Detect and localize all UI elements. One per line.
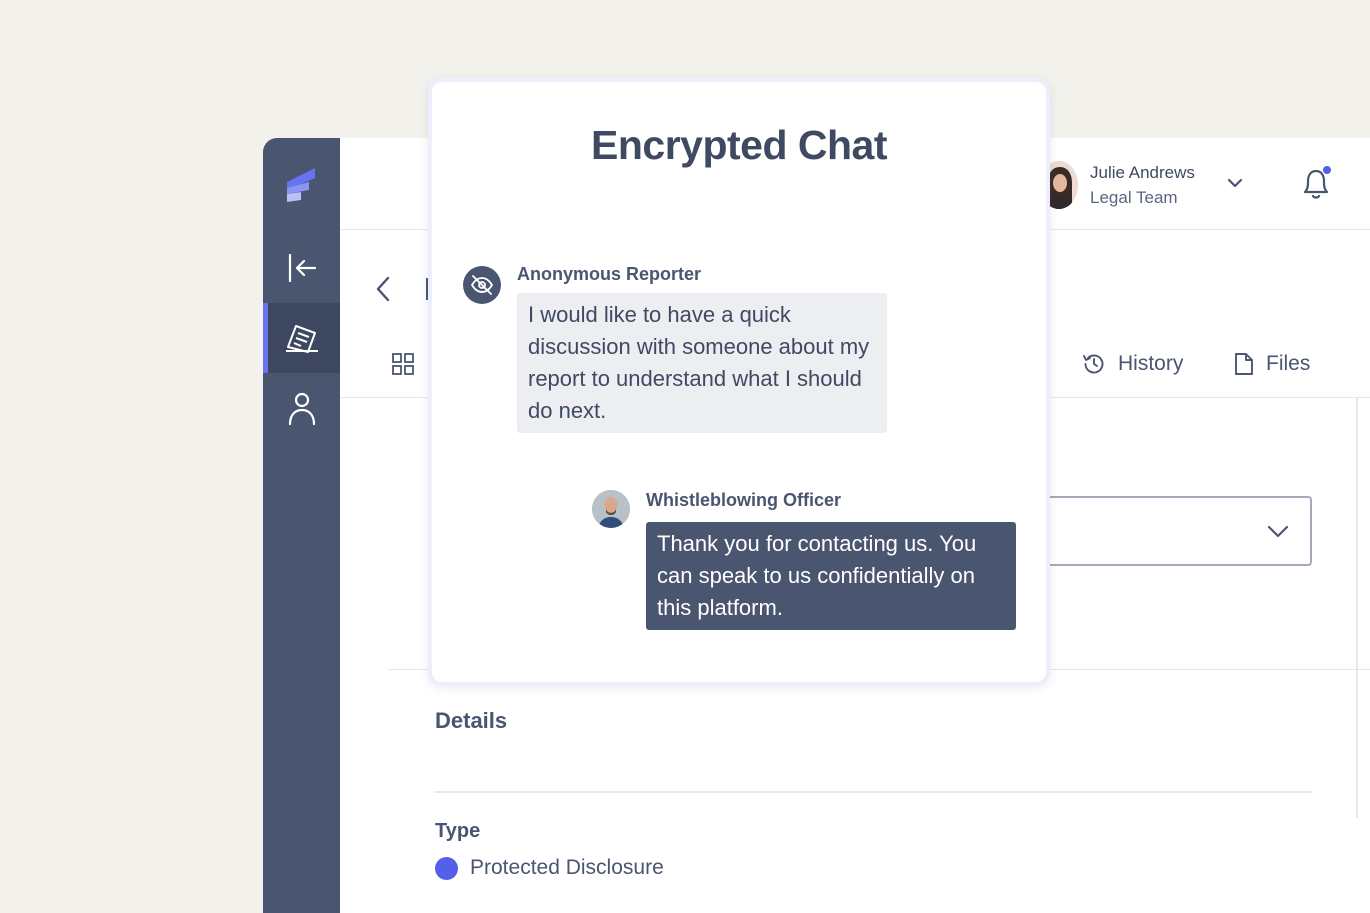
tab-files-label: Files [1266, 352, 1311, 375]
tab-overview[interactable] [392, 330, 426, 398]
divider [435, 791, 1312, 793]
tab-history[interactable]: History [1082, 330, 1183, 398]
eye-off-icon [471, 275, 493, 295]
user-menu[interactable]: Julie Andrews Legal Team [1040, 160, 1195, 210]
user-name: Julie Andrews [1090, 163, 1195, 182]
type-label: Type [435, 820, 481, 842]
report-icon [285, 325, 318, 353]
message-bubble-incoming: I would like to have a quick discussion … [517, 293, 887, 433]
details-heading: Details [435, 708, 508, 733]
chat-title: Encrypted Chat [591, 122, 888, 168]
type-dot-icon [435, 856, 458, 880]
chevron-down-icon[interactable] [1226, 174, 1244, 192]
anonymous-avatar [463, 266, 501, 304]
user-team: Legal Team [1090, 188, 1178, 207]
history-icon [1083, 354, 1104, 374]
sidebar-item-users[interactable] [263, 373, 340, 443]
back-arrow-icon[interactable] [374, 276, 392, 302]
encrypted-chat-modal: Encrypted Chat Anonymous Reporter I woul… [428, 78, 1050, 686]
collapse-icon [288, 253, 316, 283]
bell-icon[interactable] [1300, 166, 1332, 202]
avatar [592, 490, 630, 528]
user-icon [288, 392, 315, 425]
scrollbar[interactable] [1356, 398, 1358, 818]
message-sender: Whistleblowing Officer [646, 490, 842, 510]
tab-history-label: History [1118, 352, 1184, 375]
chevron-down-icon [1267, 525, 1289, 538]
sidebar-item-reports[interactable] [263, 303, 340, 373]
sidebar [263, 138, 340, 913]
file-icon [1235, 353, 1253, 375]
grid-icon [392, 353, 414, 375]
type-value-text: Protected Disclosure [470, 856, 664, 879]
tab-files[interactable]: Files [1234, 330, 1310, 398]
message-sender: Anonymous Reporter [517, 264, 702, 284]
type-value: Protected Disclosure [435, 856, 664, 880]
logo-icon [287, 168, 315, 202]
message-bubble-outgoing: Thank you for contacting us. You can spe… [646, 522, 1016, 630]
collapse-sidebar-button[interactable] [263, 233, 340, 303]
